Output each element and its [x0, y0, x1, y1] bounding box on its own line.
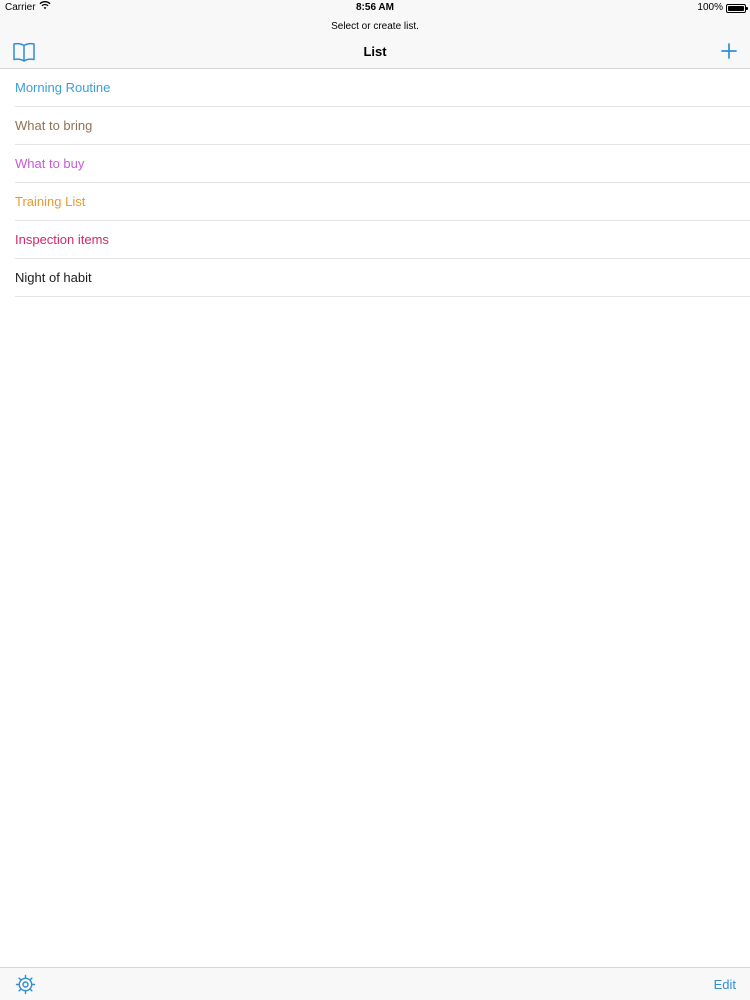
- plus-icon[interactable]: [720, 42, 738, 60]
- list-item-label: Night of habit: [15, 270, 92, 285]
- status-time: 8:56 AM: [356, 2, 394, 13]
- bottom-toolbar: Edit: [0, 967, 750, 1000]
- list-item-morning-routine[interactable]: Morning Routine: [0, 69, 750, 107]
- nav-prompt: Select or create list.: [331, 21, 419, 32]
- edit-button[interactable]: Edit: [714, 977, 736, 992]
- list-item-label: Morning Routine: [15, 80, 111, 95]
- battery-icon: [726, 3, 748, 13]
- list-item-label: What to bring: [15, 118, 93, 133]
- gear-icon[interactable]: [15, 974, 36, 995]
- list-screen: Carrier 8:56 AM 100% Select or create li…: [0, 0, 750, 1000]
- list-item-night-of-habit[interactable]: Night of habit: [0, 259, 750, 297]
- list-item-what-to-buy[interactable]: What to buy: [0, 145, 750, 183]
- list-item-training-list[interactable]: Training List: [0, 183, 750, 221]
- list-item-label: What to buy: [15, 156, 85, 171]
- navigation-bar: Select or create list. List: [0, 16, 750, 69]
- list-item-label: Training List: [15, 194, 86, 209]
- list-item-label: Inspection items: [15, 232, 109, 247]
- lists-table: Morning Routine What to bring What to bu…: [0, 69, 750, 297]
- page-title: List: [363, 44, 387, 59]
- list-item-inspection-items[interactable]: Inspection items: [0, 221, 750, 259]
- battery-fill: [728, 5, 744, 11]
- status-bar: Carrier 8:56 AM 100%: [0, 0, 750, 16]
- status-right: 100%: [697, 0, 748, 16]
- list-item-what-to-bring[interactable]: What to bring: [0, 107, 750, 145]
- battery-percent: 100%: [697, 2, 723, 13]
